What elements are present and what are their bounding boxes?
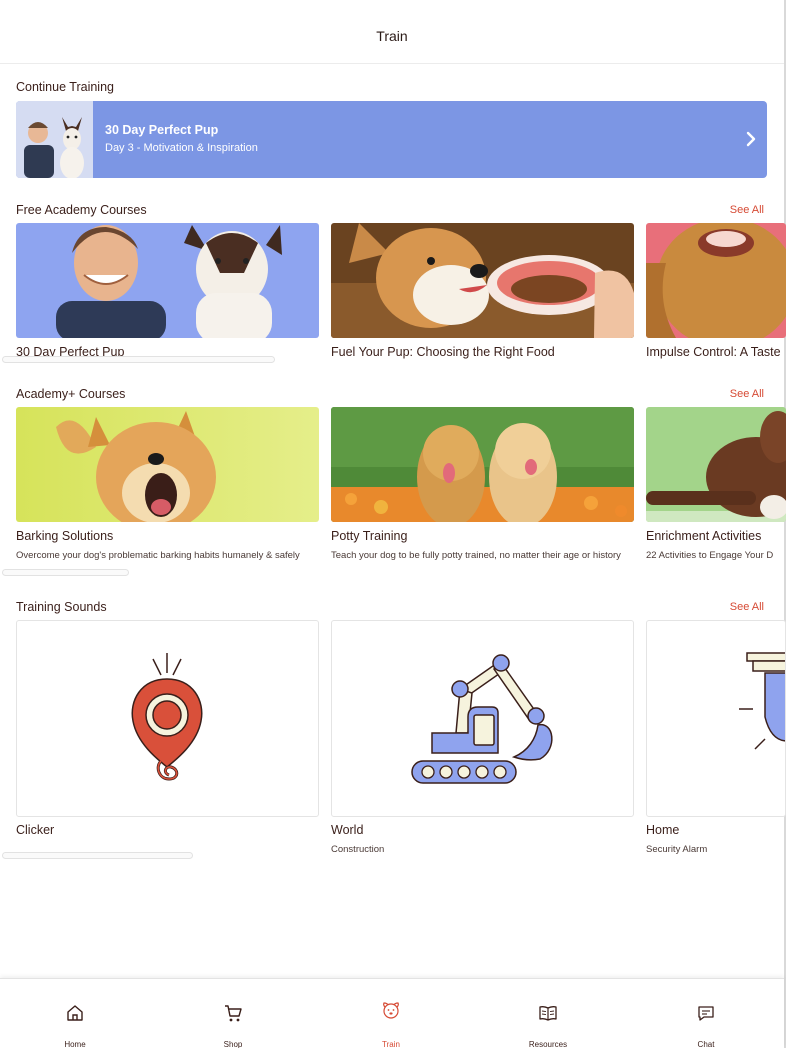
dog-face-icon <box>383 1002 399 1019</box>
continue-course-thumbnail <box>16 101 93 178</box>
sound-title: Home <box>646 823 680 837</box>
continue-course-progress: Day 3 - Motivation & Inspiration <box>105 142 258 154</box>
course-thumbnail-enrichment[interactable] <box>646 407 786 522</box>
see-all-free-courses[interactable]: See All <box>730 204 764 216</box>
tab-resources[interactable]: Resources <box>498 979 598 1048</box>
progress-track <box>2 852 193 859</box>
see-all-academy-plus[interactable]: See All <box>730 388 764 400</box>
tab-label: Chat <box>697 1040 715 1048</box>
tab-label: Resources <box>528 1040 568 1048</box>
chevron-right-icon[interactable] <box>743 129 759 149</box>
tab-label: Train <box>382 1040 400 1048</box>
sound-subtitle: Construction <box>331 844 385 855</box>
sound-card-security-alarm[interactable] <box>646 620 786 817</box>
sound-card-construction[interactable] <box>331 620 634 817</box>
book-icon <box>539 1006 557 1021</box>
course-description: Teach your dog to be fully potty trained… <box>331 550 621 561</box>
tab-train[interactable]: Train <box>341 979 441 1048</box>
section-title-academy-plus: Academy+ Courses <box>16 387 126 401</box>
course-description: 22 Activities to Engage Your D <box>646 550 774 561</box>
sound-title: Clicker <box>16 823 55 837</box>
sound-title: World <box>331 823 364 837</box>
alarm-icon <box>739 652 785 750</box>
section-title-free-courses: Free Academy Courses <box>16 203 147 217</box>
course-title: Enrichment Activities <box>646 529 762 543</box>
tab-shop[interactable]: Shop <box>183 979 283 1048</box>
course-thumbnail-barking-solutions[interactable] <box>16 407 319 522</box>
progress-track <box>2 356 275 363</box>
course-title: Impulse Control: A Taste <box>646 345 781 359</box>
course-title: Potty Training <box>331 529 408 543</box>
sound-subtitle: Security Alarm <box>646 844 708 855</box>
clicker-icon <box>131 653 203 781</box>
course-thumbnail-impulse-control[interactable] <box>646 223 786 338</box>
course-description: Overcome your dog's problematic barking … <box>16 550 300 561</box>
section-title-continue-training: Continue Training <box>16 80 114 94</box>
course-title: Barking Solutions <box>16 529 114 543</box>
course-thumbnail-perfect-pup[interactable] <box>16 223 319 338</box>
tab-label: Shop <box>223 1040 243 1048</box>
continue-course-title: 30 Day Perfect Pup <box>105 123 219 137</box>
cart-icon <box>225 1005 242 1022</box>
course-thumbnail-potty-training[interactable] <box>331 407 634 522</box>
tab-label: Home <box>64 1040 86 1048</box>
course-thumbnail-fuel-your-pup[interactable] <box>331 223 634 338</box>
page-title: Train <box>376 28 408 44</box>
course-title: Fuel Your Pup: Choosing the Right Food <box>331 345 555 359</box>
excavator-icon <box>411 654 553 784</box>
progress-track <box>2 569 129 576</box>
chat-icon <box>698 1006 714 1021</box>
tab-chat[interactable]: Chat <box>656 979 756 1048</box>
see-all-training-sounds[interactable]: See All <box>730 601 764 613</box>
bottom-tab-bar: Home Shop Train Resources Chat <box>0 978 784 1048</box>
tab-home[interactable]: Home <box>25 979 125 1048</box>
home-icon <box>67 1005 83 1021</box>
top-bar: Train <box>0 0 784 64</box>
sound-card-clicker[interactable] <box>16 620 319 817</box>
section-title-training-sounds: Training Sounds <box>16 600 107 614</box>
continue-training-card[interactable]: 30 Day Perfect Pup Day 3 - Motivation & … <box>16 101 767 178</box>
